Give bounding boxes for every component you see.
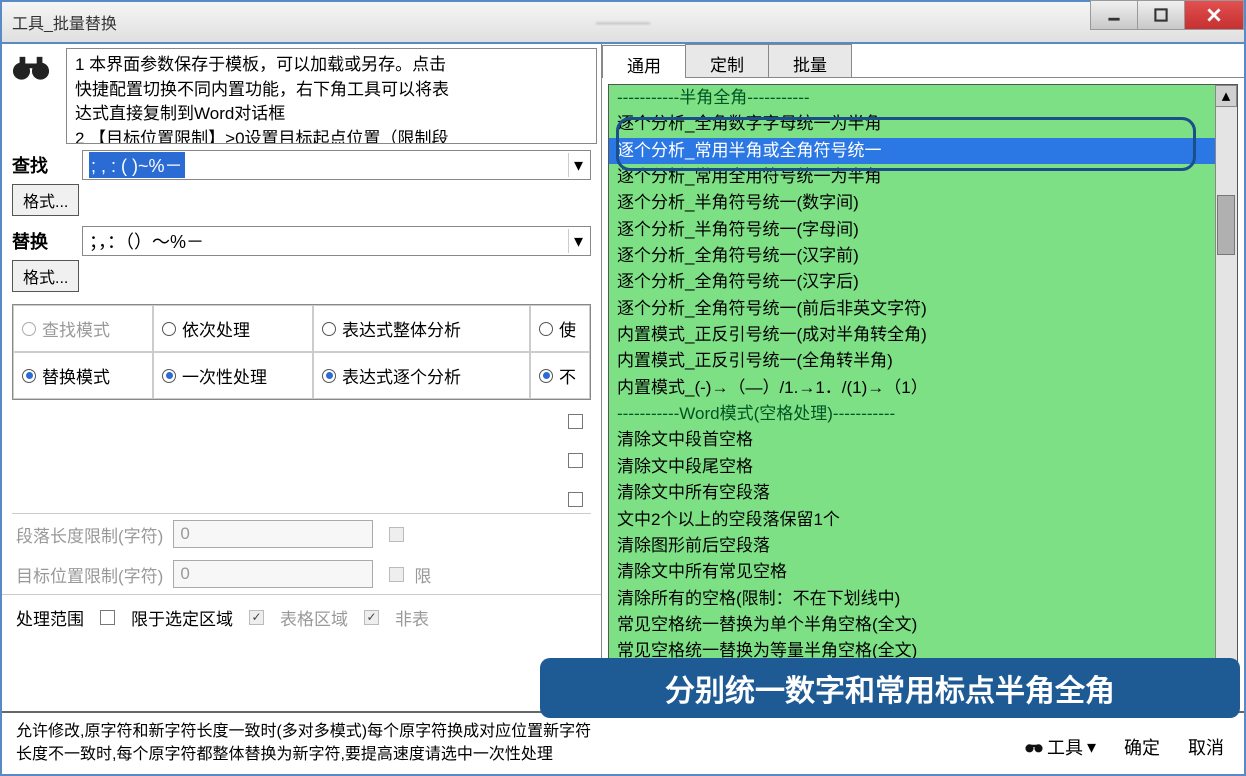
list-item[interactable]: 内置模式_正反引号统一(全角转半角) <box>609 348 1237 374</box>
find-value: ; , : ( )~%－ <box>89 152 185 178</box>
paragraph-limit-label: 段落长度限制(字符) <box>16 522 163 547</box>
mode-replace[interactable]: 替换模式 <box>13 352 153 399</box>
ok-button[interactable]: 确定 <box>1124 734 1160 760</box>
list-item[interactable]: 逐个分析_半角符号统一(数字间) <box>609 190 1237 216</box>
window-buttons <box>1091 0 1244 30</box>
scroll-up-icon[interactable]: ▴ <box>1215 85 1237 107</box>
list-item[interactable]: -----------Word模式(空格处理)----------- <box>609 401 1237 427</box>
replace-combo[interactable]: ；，：（）～%－ ▾ <box>82 226 591 256</box>
list-item[interactable]: 内置模式_(-)→（—）/1.→1．/(1)→（1） <box>609 375 1237 401</box>
list-item[interactable]: 文中2个以上的空段落保留1个 <box>609 507 1237 533</box>
mode-r1c4[interactable]: 使 <box>530 305 590 352</box>
list-item[interactable]: 清除图形前后空段落 <box>609 533 1237 559</box>
footer: 允许修改,原字符和新字符长度一致时(多对多模式)每个原字符换成对应位置新字符 长… <box>2 711 1244 774</box>
chk-c[interactable] <box>568 492 583 507</box>
mode-find: 查找模式 <box>13 305 153 352</box>
mode-once[interactable]: 一次性处理 <box>153 352 313 399</box>
scrollbar[interactable]: ▴ ▾ <box>1215 85 1237 704</box>
replace-value: ；，：（）～%－ <box>89 228 204 254</box>
tab-general[interactable]: 通用 <box>602 45 686 78</box>
scope-selected-label: 限于选定区域 <box>131 605 233 630</box>
list-item[interactable]: 逐个分析_全角符号统一(前后非英文字符) <box>609 296 1237 322</box>
mode-each-expr[interactable]: 表达式逐个分析 <box>313 352 530 399</box>
preset-listbox[interactable]: -----------半角全角-----------逐个分析_全角数字字母统一为… <box>608 84 1238 705</box>
scope-selected-chk[interactable] <box>100 610 115 625</box>
desc-line: 达式直接复制到Word对话框 <box>75 102 588 127</box>
replace-label: 替换 <box>12 228 72 254</box>
list-item[interactable]: 逐个分析_常用全用符号统一为半角 <box>609 164 1237 190</box>
right-pane: 通用 定制 批量 -----------半角全角-----------逐个分析_… <box>602 44 1244 711</box>
paragraph-limit-chk <box>389 527 404 542</box>
list-item[interactable]: 常见空格统一替换为单个半角空格(全文) <box>609 612 1237 638</box>
minimize-button[interactable] <box>1090 0 1138 30</box>
list-item[interactable]: 逐个分析_常用半角或全角符号统一 <box>609 138 1237 164</box>
target-limit-row: 目标位置限制(字符) 0 限 <box>2 554 601 594</box>
find-format-button[interactable]: 格式... <box>12 184 79 216</box>
annotation-banner: 分别统一数字和常用标点半角全角 <box>540 658 1240 718</box>
close-button[interactable] <box>1184 0 1244 30</box>
scope-table-chk <box>249 610 264 625</box>
scope-nontable-label: 非表 <box>395 605 429 630</box>
list-item[interactable]: -----------半角全角----------- <box>609 85 1237 111</box>
tab-custom[interactable]: 定制 <box>685 44 769 77</box>
mode-sequential[interactable]: 依次处理 <box>153 305 313 352</box>
description-box[interactable]: 1 本界面参数保存于模板，可以加载或另存。点击 快捷配置切换不同内置功能，右下角… <box>66 48 597 144</box>
desc-line: 2 【目标位置限制】>0设置目标起点位置（限制段 <box>75 127 588 144</box>
checkbox-strip <box>2 414 601 507</box>
paragraph-limit-spinner[interactable]: 0 <box>173 520 373 548</box>
tabs: 通用 定制 批量 <box>602 44 1244 78</box>
mode-r2c4[interactable]: 不 <box>530 352 590 399</box>
window-title: 工具_批量替换 <box>12 10 117 34</box>
list-item[interactable]: 内置模式_正反引号统一(成对半角转全角) <box>609 322 1237 348</box>
desc-line: 1 本界面参数保存于模板，可以加载或另存。点击 <box>75 53 588 78</box>
target-limit-label: 目标位置限制(字符) <box>16 562 163 587</box>
list-item[interactable]: 逐个分析_半角符号统一(字母间) <box>609 217 1237 243</box>
maximize-button[interactable] <box>1137 0 1185 30</box>
chevron-down-icon: ▾ <box>1087 737 1096 758</box>
dropdown-icon[interactable]: ▾ <box>568 229 588 253</box>
find-label: 查找 <box>12 152 72 178</box>
chk-b[interactable] <box>568 453 583 468</box>
cancel-button[interactable]: 取消 <box>1188 734 1224 760</box>
replace-format-button[interactable]: 格式... <box>12 260 79 292</box>
mode-whole-expr[interactable]: 表达式整体分析 <box>313 305 530 352</box>
list-item[interactable]: 逐个分析_全角符号统一(汉字前) <box>609 243 1237 269</box>
paragraph-limit-row: 段落长度限制(字符) 0 <box>2 514 601 554</box>
scope-row: 处理范围 限于选定区域 表格区域 非表 <box>2 594 601 640</box>
tools-button[interactable]: 工具▾ <box>1025 734 1096 760</box>
tab-batch[interactable]: 批量 <box>768 44 852 77</box>
list-item[interactable]: 清除文中所有空段落 <box>609 480 1237 506</box>
list-item[interactable]: 清除文中段尾空格 <box>609 454 1237 480</box>
list-item[interactable]: 清除文中所有常见空格 <box>609 559 1237 585</box>
list-item[interactable]: 清除文中段首空格 <box>609 427 1237 453</box>
binoculars-icon <box>6 48 56 144</box>
list-item[interactable]: 逐个分析_全角数字字母统一为半角 <box>609 111 1237 137</box>
masked-center: ——— <box>596 12 650 33</box>
left-pane: 1 本界面参数保存于模板，可以加载或另存。点击 快捷配置切换不同内置功能，右下角… <box>2 44 602 711</box>
list-item[interactable]: 逐个分析_全角符号统一(汉字后) <box>609 269 1237 295</box>
scope-table-label: 表格区域 <box>280 605 348 630</box>
scroll-thumb[interactable] <box>1217 195 1235 255</box>
binoculars-icon <box>1025 740 1043 754</box>
desc-line: 快捷配置切换不同内置功能，右下角工具可以将表 <box>75 78 588 103</box>
chk-a[interactable] <box>568 414 583 429</box>
find-combo[interactable]: ; , : ( )~%－ ▾ <box>82 150 591 180</box>
target-limit-spinner[interactable]: 0 <box>173 560 373 588</box>
mode-grid: 查找模式 依次处理 表达式整体分析 使 替换模式 一次性处理 表达式逐个分析 不 <box>12 304 591 400</box>
scope-nontable-chk <box>364 610 379 625</box>
dropdown-icon[interactable]: ▾ <box>568 153 588 177</box>
titlebar: 工具_批量替换 ——— <box>0 0 1246 42</box>
list-item[interactable]: 清除所有的空格(限制：不在下划线中) <box>609 586 1237 612</box>
target-limit-chk <box>389 567 404 582</box>
scope-label: 处理范围 <box>16 605 84 630</box>
target-limit-tail: 限 <box>414 562 431 587</box>
